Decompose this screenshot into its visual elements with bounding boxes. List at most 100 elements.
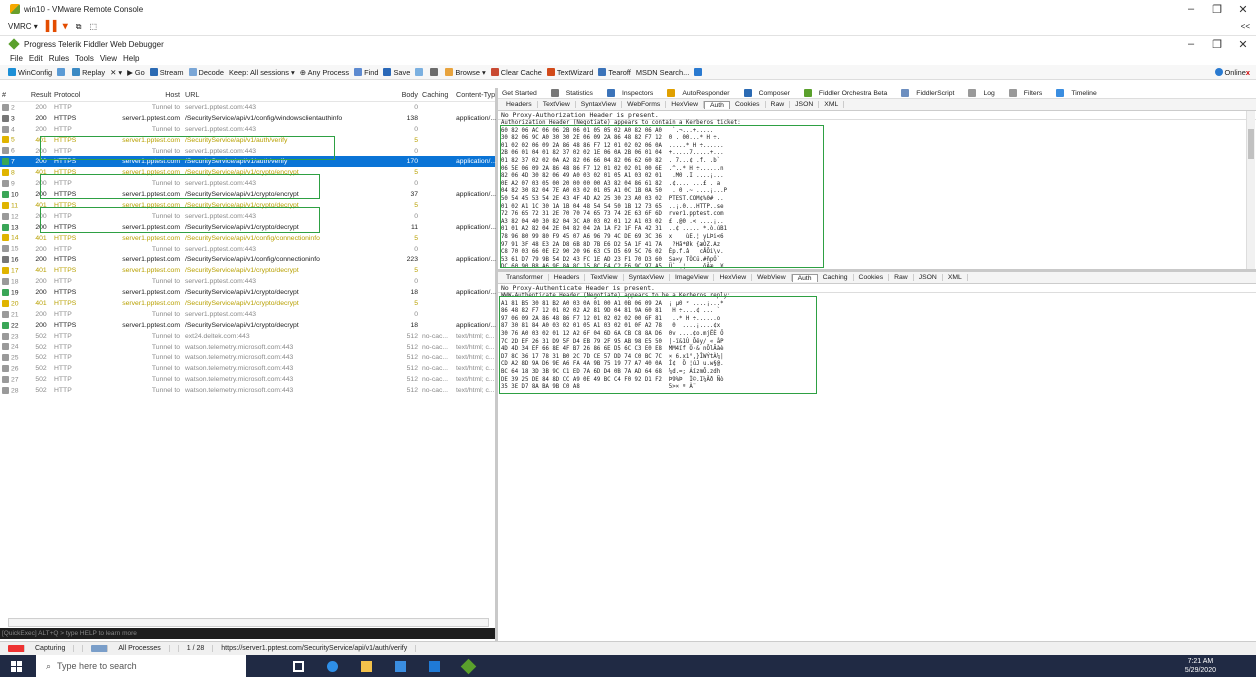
toolbar-button[interactable]: MSDN Search...	[636, 68, 689, 77]
store-icon[interactable]	[388, 655, 412, 677]
collapse-icon[interactable]: <<	[1241, 22, 1250, 31]
fiddler-taskbar-icon[interactable]	[456, 655, 480, 677]
menu-item[interactable]: File	[10, 54, 23, 63]
fiddler-maximize-icon[interactable]: ❐	[1204, 38, 1230, 51]
toolbar-button[interactable]: ▶ Go	[127, 68, 145, 77]
toolbar-button[interactable]	[430, 68, 440, 76]
toolbar-button[interactable]: ⊕ Any Process	[300, 68, 349, 77]
menu-item[interactable]: Tools	[75, 54, 94, 63]
inspector-tab[interactable]: Log	[968, 89, 1001, 97]
subtab[interactable]: Cookies	[730, 101, 766, 108]
inspector-tab[interactable]: Composer	[743, 89, 797, 97]
subtab[interactable]: Auth	[703, 100, 730, 109]
taskbar-search-input[interactable]: ⌕ Type here to search	[36, 655, 246, 677]
pause-icon[interactable]: ▌▌ ▾	[46, 21, 68, 32]
column-header[interactable]: #	[0, 90, 28, 99]
column-header[interactable]: Protocol	[52, 90, 88, 99]
toolbar-button[interactable]	[415, 68, 425, 76]
toolbar-button[interactable]	[57, 68, 67, 76]
process-filter[interactable]: All Processes	[83, 644, 179, 653]
taskbar-clock[interactable]: 7:21 AM 5/29/2020	[1185, 657, 1216, 675]
subtab[interactable]: JSON	[790, 101, 820, 108]
session-row[interactable]: 17 401 HTTPS server1.pptest.com/SecuritySer…	[0, 265, 495, 276]
session-row[interactable]: 25 502 HTTP Tunnel to watson.telemetry.micro…	[0, 352, 495, 363]
toolbar-button[interactable]: WinConfig	[8, 68, 52, 77]
subtab[interactable]: ImageView	[670, 274, 715, 281]
subtab[interactable]: HexView	[714, 274, 753, 281]
subtab[interactable]: Headers	[501, 101, 538, 108]
horizontal-scrollbar[interactable]	[8, 618, 489, 627]
inspector-tab[interactable]: Timeline	[1056, 89, 1103, 97]
session-row[interactable]: 2 200 HTTP Tunnel to server1.pptest.com:443 0	[0, 102, 495, 113]
capturing-toggle[interactable]: Capturing	[0, 644, 84, 653]
subtab[interactable]: WebForms	[622, 101, 667, 108]
session-row[interactable]: 22 200 HTTPS server1.pptest.com/SecuritySer…	[0, 320, 496, 331]
session-row[interactable]: 28 502 HTTP Tunnel to watson.telemetry.micro…	[0, 385, 495, 396]
session-row[interactable]: 4 200 HTTP Tunnel to server1.pptest.com:443 0	[0, 124, 495, 135]
subtab[interactable]: Caching	[818, 274, 854, 281]
toolbar-button[interactable]: Stream	[149, 68, 184, 77]
session-row[interactable]: 19 200 HTTPS server1.pptest.com/SecuritySer…	[0, 287, 496, 298]
subtab[interactable]: SyntaxView	[624, 274, 670, 281]
session-row[interactable]: 3 200 HTTPS server1.pptest.com/SecurityServ…	[0, 113, 496, 124]
column-header[interactable]: Content-Type	[454, 90, 495, 99]
session-row[interactable]: 16 200 HTTPS server1.pptest.com/SecuritySer…	[0, 254, 496, 265]
subtab[interactable]: Headers	[549, 274, 586, 281]
inspector-tab[interactable]: Get Started	[502, 90, 544, 97]
session-row[interactable]: 27 502 HTTP Tunnel to watson.telemetry.micro…	[0, 374, 495, 385]
toolbar-button[interactable]: Tearoff	[598, 68, 631, 77]
session-row[interactable]: 14 401 HTTPS server1.pptest.com/SecuritySer…	[0, 233, 495, 244]
inspector-tab[interactable]: Fiddler Orchestra Beta	[803, 89, 894, 97]
subtab[interactable]: Cookies	[854, 274, 890, 281]
fiddler-close-icon[interactable]: ✕	[1230, 38, 1256, 51]
column-header[interactable]: Result	[28, 90, 52, 99]
column-header[interactable]: URL	[183, 90, 383, 99]
column-header[interactable]: Body	[383, 90, 420, 99]
toolbar-button[interactable]: Decode	[188, 68, 224, 77]
toolbar-button[interactable]	[694, 68, 704, 76]
subtab[interactable]: XML	[819, 101, 845, 108]
subtab[interactable]: XML	[943, 274, 968, 281]
toolbar-button[interactable]: Keep: All sessions ▾	[229, 68, 295, 77]
maximize-icon[interactable]: ❐	[1204, 3, 1230, 16]
subtab[interactable]: Transformer	[501, 274, 549, 281]
subtab[interactable]: TextView	[585, 274, 624, 281]
toolbar-button[interactable]: Replay	[72, 68, 105, 77]
toolbar-button[interactable]: TextWizard	[546, 68, 593, 77]
inspector-tab[interactable]: Inspectors	[606, 89, 660, 97]
inspector-tab[interactable]: Statistics	[550, 89, 600, 97]
subtab[interactable]: Auth	[791, 273, 818, 282]
subtab[interactable]: WebView	[752, 274, 792, 281]
edge-browser-icon[interactable]	[320, 655, 344, 677]
subtab[interactable]: Raw	[766, 101, 791, 108]
subtab[interactable]: HexView	[666, 101, 704, 108]
toolbar-button[interactable]: Find	[354, 68, 378, 77]
session-row[interactable]: 26 502 HTTP Tunnel to watson.telemetry.micro…	[0, 363, 495, 374]
inspector-tab[interactable]: AutoResponder	[667, 89, 736, 97]
file-explorer-icon[interactable]	[354, 655, 378, 677]
quickexec-input[interactable]: [QuickExec] ALT+Q > type HELP to learn m…	[0, 628, 495, 639]
subtab[interactable]: TextView	[538, 101, 576, 108]
windows-start-icon[interactable]	[0, 655, 32, 677]
online-indicator[interactable]: Online x	[1214, 68, 1250, 77]
column-header[interactable]: Host	[88, 90, 183, 99]
toolbar-button[interactable]: Browse ▾	[445, 68, 486, 77]
scroll-thumb[interactable]	[1248, 129, 1254, 159]
subtab[interactable]: Raw	[889, 274, 914, 281]
subtab[interactable]: JSON	[914, 274, 943, 281]
toolbar-button[interactable]: Save	[383, 68, 410, 77]
session-row[interactable]: 15 200 HTTP Tunnel to server1.pptest.com:443…	[0, 244, 495, 255]
online-close-icon[interactable]: x	[1246, 68, 1250, 77]
minimize-icon[interactable]: –	[1178, 3, 1204, 15]
session-row[interactable]: 23 502 HTTP Tunnel to ext24.deltek.com:443 51…	[0, 331, 495, 342]
menu-item[interactable]: View	[100, 54, 117, 63]
subtab[interactable]: SyntaxView	[576, 101, 623, 108]
request-vertical-scrollbar[interactable]	[1246, 111, 1255, 269]
toolbar-button[interactable]: Clear Cache	[490, 68, 542, 77]
mail-icon[interactable]	[422, 655, 446, 677]
fiddler-minimize-icon[interactable]: –	[1178, 38, 1204, 50]
inspector-tab[interactable]: Filters	[1008, 89, 1050, 97]
vmrc-menu-button[interactable]: VMRC ▾	[8, 22, 38, 31]
session-row[interactable]: 20 401 HTTPS server1.pptest.com/SecuritySer…	[0, 298, 495, 309]
close-icon[interactable]: ✕	[1230, 3, 1256, 16]
